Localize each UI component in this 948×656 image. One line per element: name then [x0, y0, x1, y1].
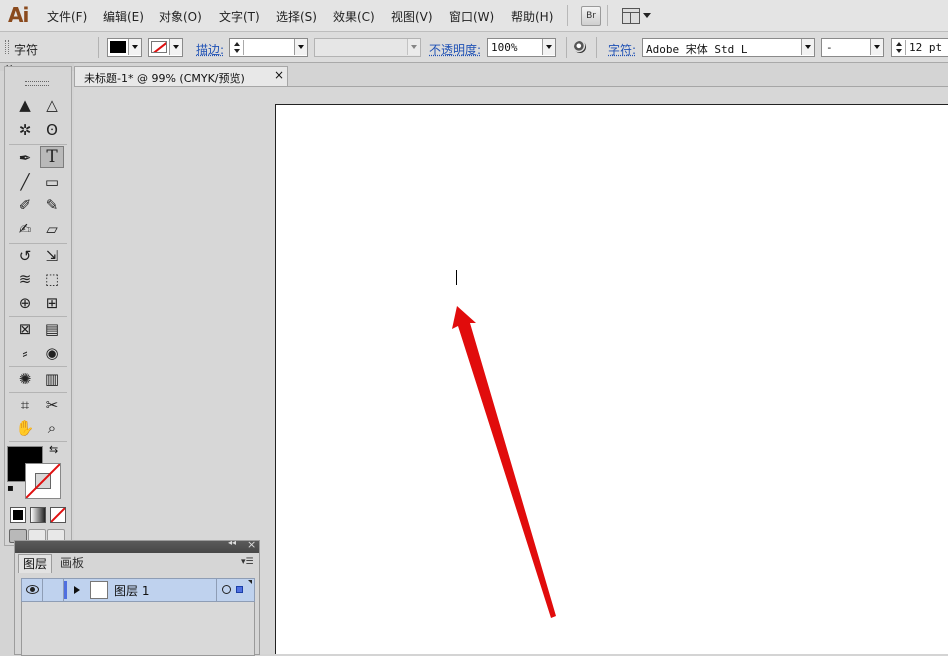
- target-icon[interactable]: [222, 585, 231, 594]
- collapse-icon[interactable]: ◂◂: [228, 538, 236, 547]
- visibility-toggle[interactable]: [22, 579, 43, 601]
- tab-artboards[interactable]: 画板: [55, 554, 89, 572]
- eye-icon: [26, 585, 39, 594]
- layer-thumbnail: [90, 581, 108, 599]
- layer-row[interactable]: 图层 1: [21, 578, 255, 602]
- expand-triangle-icon[interactable]: [74, 586, 80, 594]
- divider: [216, 579, 217, 601]
- panel-header[interactable]: ◂◂ ×: [15, 538, 259, 553]
- layer-color-bar: [64, 581, 67, 599]
- tab-layers[interactable]: 图层: [18, 554, 52, 573]
- close-icon[interactable]: ×: [247, 538, 256, 551]
- selection-indicator-icon[interactable]: [236, 586, 243, 593]
- lock-toggle[interactable]: [43, 579, 64, 601]
- red-arrow-icon: [452, 306, 556, 618]
- panel-menu-icon[interactable]: ▾☰: [241, 557, 254, 567]
- layer-name[interactable]: 图层 1: [114, 582, 149, 599]
- layers-panel: ◂◂ × 图层 画板 ▾☰ 图层 1: [14, 538, 260, 656]
- corner-marker-icon: [248, 580, 252, 584]
